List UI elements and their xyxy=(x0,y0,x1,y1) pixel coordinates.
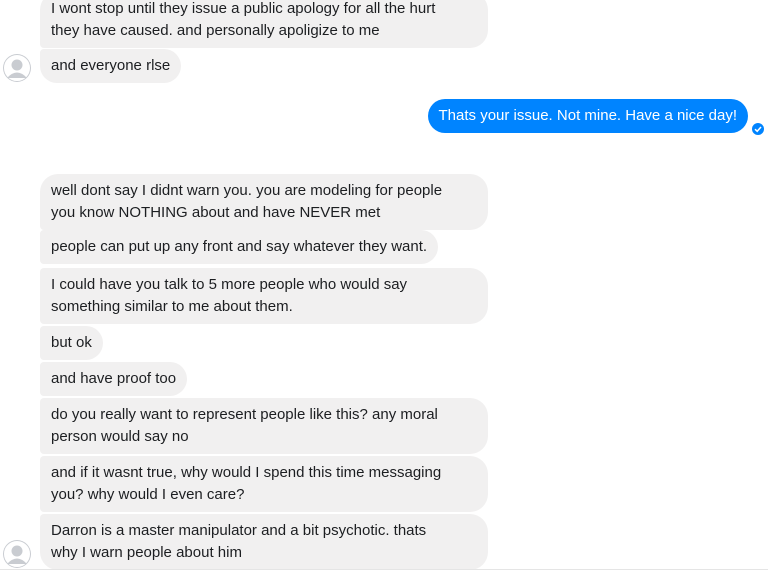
message-line: Darron is a master manipulator and a bit… xyxy=(51,522,427,539)
received-message[interactable]: I wont stop until they issue a public ap… xyxy=(40,0,488,48)
message-line: Thats your issue. Not mine. Have a nice … xyxy=(438,107,737,124)
received-message[interactable]: and have proof too xyxy=(40,362,188,396)
seen-check-icon xyxy=(752,123,764,135)
received-message[interactable]: Darron is a master manipulator and a bit… xyxy=(40,514,488,570)
bottom-divider xyxy=(0,569,768,570)
message-line: and have proof too xyxy=(51,370,177,387)
message-line: person would say no xyxy=(51,428,189,445)
sender-avatar-icon[interactable] xyxy=(3,54,31,82)
message-line: they have caused. and personally apoligi… xyxy=(51,22,380,39)
received-message[interactable]: do you really want to represent people l… xyxy=(40,398,488,454)
received-message[interactable]: I could have you talk to 5 more people w… xyxy=(40,268,488,324)
message-line: but ok xyxy=(51,334,92,351)
message-line: you? why would I even care? xyxy=(51,486,245,503)
message-line: people can put up any front and say what… xyxy=(51,238,428,255)
message-line: something similar to me about them. xyxy=(51,298,293,315)
message-line: why I warn people about him xyxy=(51,544,242,561)
received-message[interactable]: and everyone rlse xyxy=(40,49,182,83)
message-line: you know NOTHING about and have NEVER me… xyxy=(51,204,381,221)
message-line: do you really want to represent people l… xyxy=(51,406,438,423)
message-line: I wont stop until they issue a public ap… xyxy=(51,0,436,17)
received-message[interactable]: well dont say I didnt warn you. you are … xyxy=(40,174,488,230)
message-line: and everyone rlse xyxy=(51,57,171,74)
received-message[interactable]: but ok xyxy=(40,326,103,360)
message-line: and if it wasnt true, why would I spend … xyxy=(51,464,442,481)
message-line: well dont say I didnt warn you. you are … xyxy=(51,182,443,199)
message-thread: I wont stop until they issue a public ap… xyxy=(0,0,768,572)
received-message[interactable]: and if it wasnt true, why would I spend … xyxy=(40,456,488,512)
sender-avatar-icon[interactable] xyxy=(3,540,31,568)
sent-message[interactable]: Thats your issue. Not mine. Have a nice … xyxy=(427,99,748,133)
received-message[interactable]: people can put up any front and say what… xyxy=(40,230,439,264)
message-line: I could have you talk to 5 more people w… xyxy=(51,276,408,293)
